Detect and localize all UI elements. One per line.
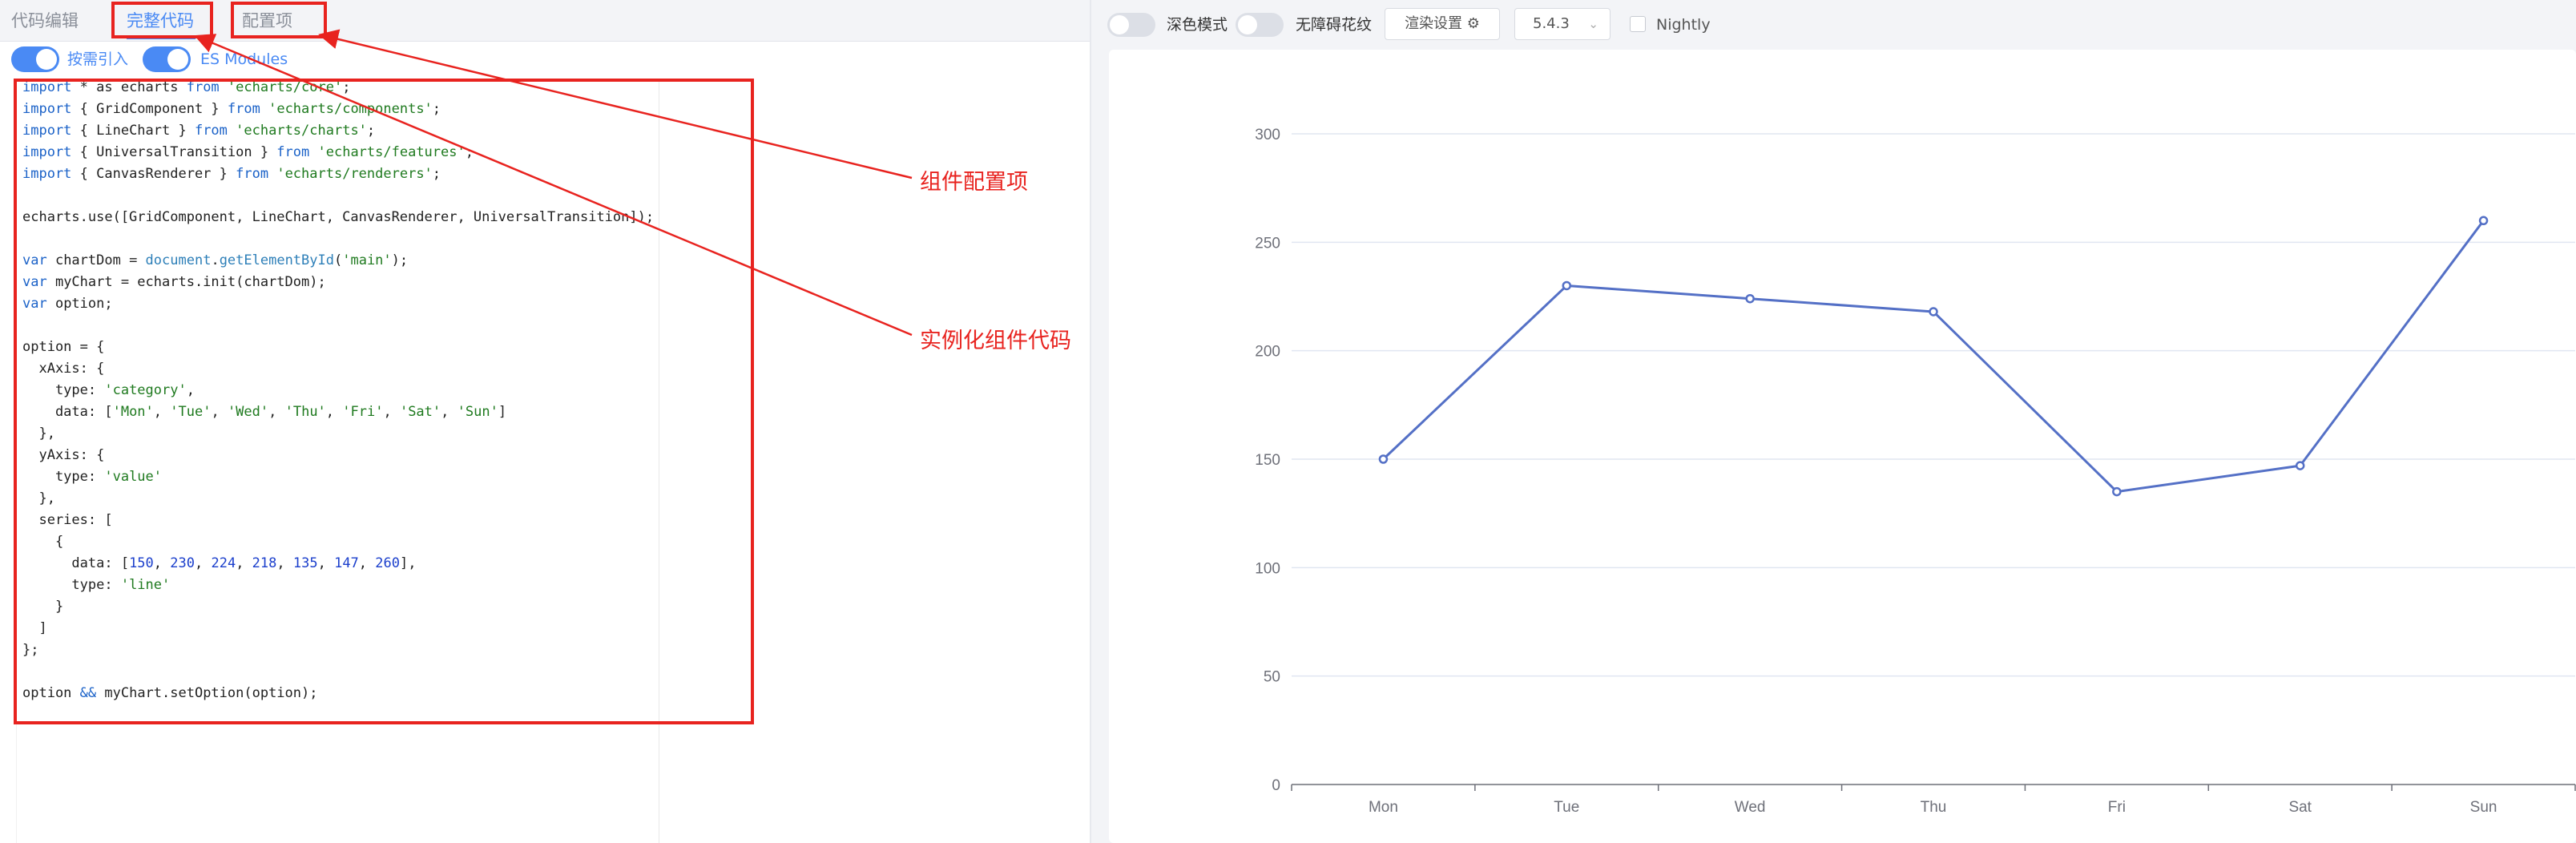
x-tick-label: Fri	[2108, 799, 2126, 816]
version-select[interactable]: 5.4.3 ⌄	[1514, 8, 1611, 40]
y-tick-label: 200	[1255, 344, 1280, 361]
annotation-box-full-code-tab	[111, 2, 213, 38]
x-tick-label: Thu	[1921, 799, 1947, 816]
code-editor-panel: 代码编辑 完整代码 配置项 按需引入 ES Modules import * a…	[0, 0, 1090, 843]
x-tick-label: Tue	[1554, 799, 1579, 816]
x-tick-label: Sat	[2288, 799, 2312, 816]
y-tick-label: 150	[1255, 452, 1280, 469]
a11y-pattern-label: 无障碍花纹	[1296, 16, 1373, 34]
dark-mode-label: 深色模式	[1167, 16, 1228, 34]
x-tick-label: Wed	[1735, 799, 1766, 816]
annotation-box-config-tab	[231, 2, 327, 38]
chevron-down-icon: ⌄	[1588, 17, 1598, 31]
on-demand-import-label: 按需引入	[67, 50, 129, 68]
toggle-knob	[1238, 15, 1257, 34]
dark-mode-toggle[interactable]	[1107, 13, 1155, 37]
series-line	[1382, 220, 2485, 494]
y-tick-label: 50	[1264, 669, 1280, 686]
data-point	[1745, 293, 1755, 304]
data-point	[1562, 280, 1572, 291]
annotation-instantiate-code: 实例化组件代码	[920, 329, 1071, 353]
preview-panel: 深色模式 无障碍花纹 渲染设置 ⚙ 5.4.3 ⌄ Nightly 0 50 100 1…	[1091, 0, 2576, 843]
tab-code-edit[interactable]: 代码编辑	[11, 5, 79, 37]
version-value: 5.4.3	[1533, 15, 1570, 32]
a11y-pattern-toggle[interactable]	[1236, 13, 1284, 37]
data-point	[2112, 486, 2122, 497]
data-point	[2478, 216, 2489, 226]
nightly-label: Nightly	[1656, 16, 1711, 34]
nightly-checkbox[interactable]	[1630, 16, 1646, 32]
es-modules-label: ES Modules	[200, 50, 288, 68]
render-settings-button[interactable]: 渲染设置 ⚙	[1385, 8, 1500, 40]
data-point	[1929, 307, 1938, 317]
annotation-component-config: 组件配置项	[920, 170, 1028, 195]
y-tick-label: 250	[1255, 235, 1280, 252]
chart-preview: 0 50 100 150 200 250 300 Mon Tue Wed Thu Fri Sat Sun	[1109, 50, 2576, 843]
x-tick-label: Sun	[2470, 799, 2497, 816]
toggle-knob	[1110, 15, 1129, 34]
toggle-knob	[167, 49, 188, 70]
y-tick-label: 300	[1255, 127, 1280, 143]
y-tick-label: 100	[1255, 560, 1280, 577]
data-point	[2295, 461, 2305, 470]
y-tick-label: 0	[1272, 777, 1280, 794]
annotation-box-code	[14, 79, 754, 724]
data-point	[1378, 454, 1389, 464]
on-demand-import-toggle[interactable]	[11, 46, 59, 72]
es-modules-toggle[interactable]	[143, 46, 191, 72]
toggle-knob	[36, 49, 57, 70]
line-chart: 0 50 100 150 200 250 300 Mon Tue Wed Thu Fri Sat Sun	[1255, 127, 2576, 816]
x-tick-label: Mon	[1369, 799, 1398, 816]
preview-toolbar: 深色模式 无障碍花纹 渲染设置 ⚙ 5.4.3 ⌄ Nightly	[1091, 0, 2576, 48]
